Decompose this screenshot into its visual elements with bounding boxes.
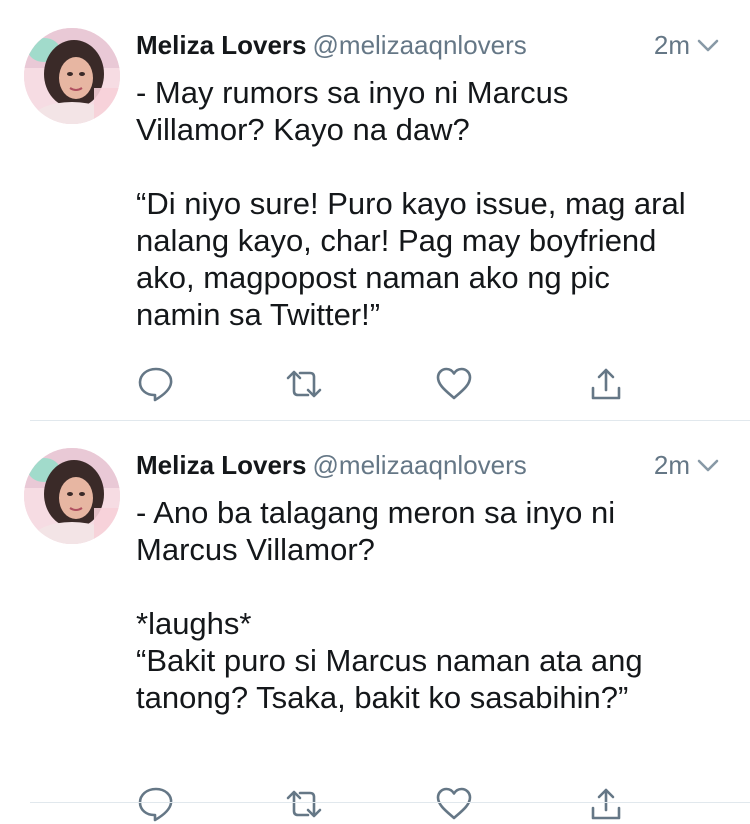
- share-icon[interactable]: [586, 784, 626, 824]
- divider: [30, 802, 750, 803]
- tweet-actions: [136, 784, 636, 824]
- reply-icon[interactable]: [136, 784, 176, 824]
- timestamp: 2m: [653, 450, 690, 480]
- tweet-header: Meliza Lovers @melizaaqnlovers: [136, 28, 527, 62]
- retweet-icon[interactable]: [284, 784, 324, 824]
- tweet-text: - Ano ba talagang meron sa inyo ni Marcu…: [136, 495, 643, 715]
- avatar[interactable]: [24, 448, 120, 544]
- tweet-text: - May rumors sa inyo ni Marcus Villamor?…: [136, 75, 686, 332]
- heart-icon[interactable]: [434, 784, 474, 824]
- timestamp: 2m: [653, 30, 690, 60]
- retweet-icon[interactable]: [284, 364, 324, 404]
- avatar-photo: [24, 448, 120, 544]
- user-handle[interactable]: @melizaaqnlovers: [313, 30, 527, 60]
- chevron-down-icon[interactable]: [696, 456, 720, 474]
- reply-icon[interactable]: [136, 364, 176, 404]
- display-name[interactable]: Meliza Lovers: [136, 30, 307, 60]
- tweet-header: Meliza Lovers @melizaaqnlovers: [136, 448, 527, 482]
- tweet[interactable]: Meliza Lovers @melizaaqnlovers 2m - May r…: [0, 0, 750, 402]
- tweet[interactable]: Meliza Lovers @melizaaqnlovers 2m - Ano b…: [0, 420, 750, 822]
- chevron-down-icon[interactable]: [696, 36, 720, 54]
- user-handle[interactable]: @melizaaqnlovers: [313, 450, 527, 480]
- share-icon[interactable]: [586, 364, 626, 404]
- display-name[interactable]: Meliza Lovers: [136, 450, 307, 480]
- avatar-photo: [24, 28, 120, 124]
- avatar[interactable]: [24, 28, 120, 124]
- tweet-actions: [136, 364, 636, 404]
- tweet-feed: Meliza Lovers @melizaaqnlovers 2m - May r…: [0, 0, 750, 822]
- heart-icon[interactable]: [434, 364, 474, 404]
